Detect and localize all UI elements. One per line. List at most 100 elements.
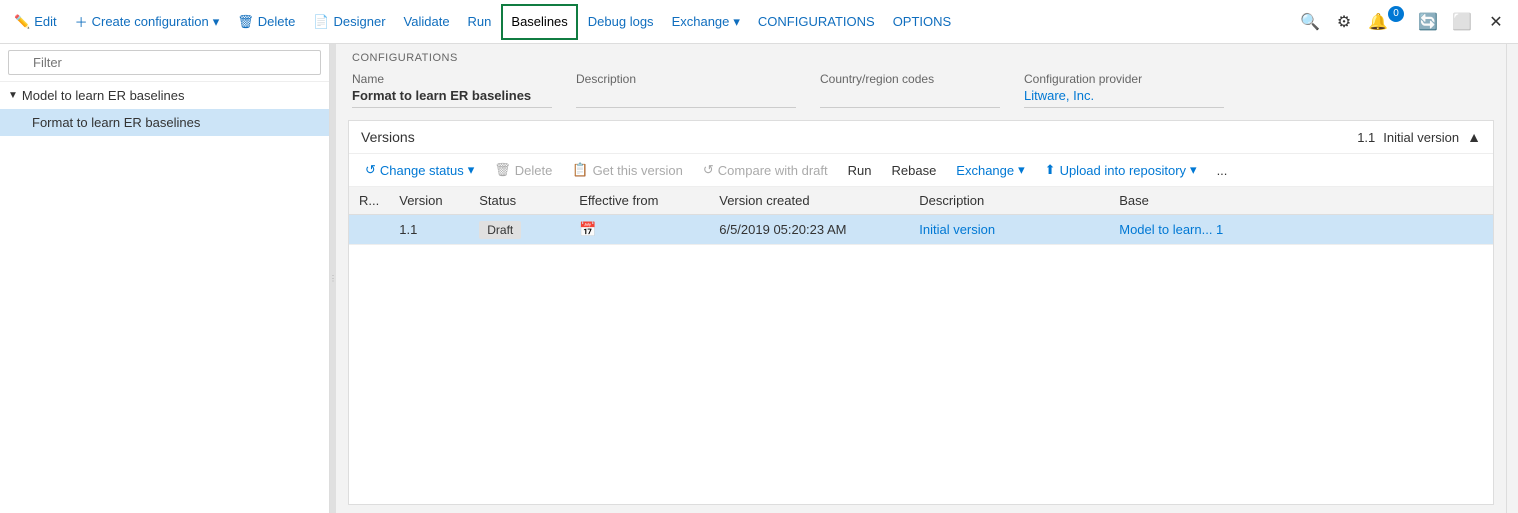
versions-table-body: 1.1 Draft 📅 6/5/2019 05:20:23 AM Initial… <box>349 215 1493 245</box>
description-link[interactable]: Initial version <box>919 222 995 237</box>
config-name-label: Name <box>352 72 552 86</box>
col-header-base[interactable]: Base <box>1109 187 1493 215</box>
config-provider-label: Configuration provider <box>1024 72 1224 86</box>
versions-exchange-button[interactable]: Exchange ▾ <box>948 158 1032 182</box>
cell-base: Model to learn... 1 <box>1109 215 1493 245</box>
close-button[interactable]: ✕ <box>1480 6 1512 38</box>
refresh-button[interactable]: 🔄 <box>1412 6 1444 38</box>
cell-r <box>349 215 389 245</box>
col-header-r: R... <box>349 187 389 215</box>
config-fields: Name Format to learn ER baselines Descri… <box>352 72 1490 108</box>
filter-input[interactable] <box>8 50 321 75</box>
versions-table-container: R... Version Status Effective from Versi… <box>349 187 1493 504</box>
col-header-created[interactable]: Version created <box>709 187 909 215</box>
col-header-version[interactable]: Version <box>389 187 469 215</box>
config-provider-value[interactable]: Litware, Inc. <box>1024 88 1224 108</box>
tree-collapse-arrow: ▼ <box>8 90 18 101</box>
validate-button[interactable]: Validate <box>396 4 458 40</box>
versions-exchange-dropdown-icon: ▾ <box>1018 162 1025 178</box>
col-header-description[interactable]: Description <box>909 187 1109 215</box>
config-name-value: Format to learn ER baselines <box>352 88 552 108</box>
versions-delete-button[interactable]: 🗑 Delete <box>486 158 560 182</box>
config-country-label: Country/region codes <box>820 72 1000 86</box>
cell-effective: 📅 <box>569 215 709 245</box>
more-options-button[interactable]: ... <box>1209 159 1236 182</box>
tree-parent-label: Model to learn ER baselines <box>22 88 185 103</box>
tree-child-item[interactable]: Format to learn ER baselines <box>0 109 329 136</box>
config-header: CONFIGURATIONS Name Format to learn ER b… <box>336 44 1506 112</box>
calendar-icon[interactable]: 📅 <box>579 221 596 237</box>
version-name-display: Initial version <box>1383 130 1459 145</box>
edit-button[interactable]: ✏️ Edit <box>6 4 65 40</box>
notification-badge: 0 <box>1388 6 1404 22</box>
versions-table-head: R... Version Status Effective from Versi… <box>349 187 1493 215</box>
versions-table: R... Version Status Effective from Versi… <box>349 187 1493 245</box>
compare-icon: ↺ <box>703 162 714 178</box>
main-toolbar: ✏️ Edit ＋ Create configuration ▾ 🗑 Delet… <box>0 0 1518 44</box>
add-icon: ＋ <box>75 12 88 31</box>
config-description-value <box>576 88 796 108</box>
filter-box: 🔍 <box>0 44 329 82</box>
config-description-label: Description <box>576 72 796 86</box>
sidebar: 🔍 ▼ Model to learn ER baselines Format t… <box>0 44 330 513</box>
change-status-icon: ↺ <box>365 162 376 178</box>
tree-child-label: Format to learn ER baselines <box>32 115 200 130</box>
exchange-dropdown-icon: ▾ <box>733 14 740 30</box>
search-button[interactable]: 🔍 <box>1294 6 1326 38</box>
tree-parent-item[interactable]: ▼ Model to learn ER baselines <box>0 82 329 109</box>
designer-icon: 📄 <box>313 14 329 30</box>
restore-button[interactable]: ⬜ <box>1446 6 1478 38</box>
config-name-field: Name Format to learn ER baselines <box>352 72 552 108</box>
versions-title: Versions <box>361 129 415 145</box>
cell-created: 6/5/2019 05:20:23 AM <box>709 215 909 245</box>
versions-panel: Versions 1.1 Initial version ▲ ↺ Change … <box>348 120 1494 505</box>
cell-version: 1.1 <box>389 215 469 245</box>
version-number-display: 1.1 <box>1357 130 1375 145</box>
delete-icon: 🗑 <box>237 14 254 30</box>
main-layout: 🔍 ▼ Model to learn ER baselines Format t… <box>0 44 1518 513</box>
create-configuration-button[interactable]: ＋ Create configuration ▾ <box>67 4 228 40</box>
versions-run-button[interactable]: Run <box>840 159 880 182</box>
get-version-icon: 📋 <box>572 162 588 178</box>
versions-collapse-button[interactable]: ▲ <box>1467 129 1481 145</box>
debug-logs-button[interactable]: Debug logs <box>580 4 662 40</box>
exchange-button[interactable]: Exchange ▾ <box>664 4 748 40</box>
run-button[interactable]: Run <box>460 4 500 40</box>
config-country-field: Country/region codes <box>820 72 1000 108</box>
options-button[interactable]: OPTIONS <box>885 4 960 40</box>
filter-wrapper: 🔍 <box>8 50 321 75</box>
cell-description: Initial version <box>909 215 1109 245</box>
table-row[interactable]: 1.1 Draft 📅 6/5/2019 05:20:23 AM Initial… <box>349 215 1493 245</box>
create-dropdown-icon: ▾ <box>213 14 220 30</box>
content-area: CONFIGURATIONS Name Format to learn ER b… <box>336 44 1506 513</box>
get-this-version-button[interactable]: 📋 Get this version <box>564 158 691 182</box>
config-provider-field: Configuration provider Litware, Inc. <box>1024 72 1224 108</box>
versions-info: 1.1 Initial version ▲ <box>1357 129 1481 145</box>
config-country-value <box>820 88 1000 108</box>
upload-icon: ⬆ <box>1045 162 1056 178</box>
base-link[interactable]: Model to learn... 1 <box>1119 222 1223 237</box>
config-description-field: Description <box>576 72 796 108</box>
col-header-status[interactable]: Status <box>469 187 569 215</box>
configurations-button[interactable]: CONFIGURATIONS <box>750 4 883 40</box>
baselines-button[interactable]: Baselines <box>501 4 577 40</box>
upload-into-repository-button[interactable]: ⬆ Upload into repository ▾ <box>1037 158 1205 182</box>
designer-button[interactable]: 📄 Designer <box>305 4 393 40</box>
config-section-label: CONFIGURATIONS <box>352 52 1490 64</box>
table-header-row: R... Version Status Effective from Versi… <box>349 187 1493 215</box>
compare-with-draft-button[interactable]: ↺ Compare with draft <box>695 158 836 182</box>
change-status-button[interactable]: ↺ Change status ▾ <box>357 158 482 182</box>
vertical-scrollbar[interactable] <box>1506 44 1518 513</box>
settings-icon-button[interactable]: ⚙ <box>1328 6 1360 38</box>
cell-status: Draft <box>469 215 569 245</box>
upload-dropdown-icon: ▾ <box>1190 162 1197 178</box>
versions-panel-header: Versions 1.1 Initial version ▲ <box>349 121 1493 154</box>
rebase-button[interactable]: Rebase <box>883 159 944 182</box>
edit-icon: ✏️ <box>14 14 30 30</box>
delete-button[interactable]: 🗑 Delete <box>229 4 303 40</box>
versions-delete-icon: 🗑 <box>494 162 511 178</box>
versions-toolbar: ↺ Change status ▾ 🗑 Delete 📋 Get this ve… <box>349 154 1493 187</box>
col-header-effective[interactable]: Effective from <box>569 187 709 215</box>
status-draft-badge: Draft <box>479 221 521 239</box>
notifications-wrapper: 🔔 0 <box>1362 6 1410 38</box>
